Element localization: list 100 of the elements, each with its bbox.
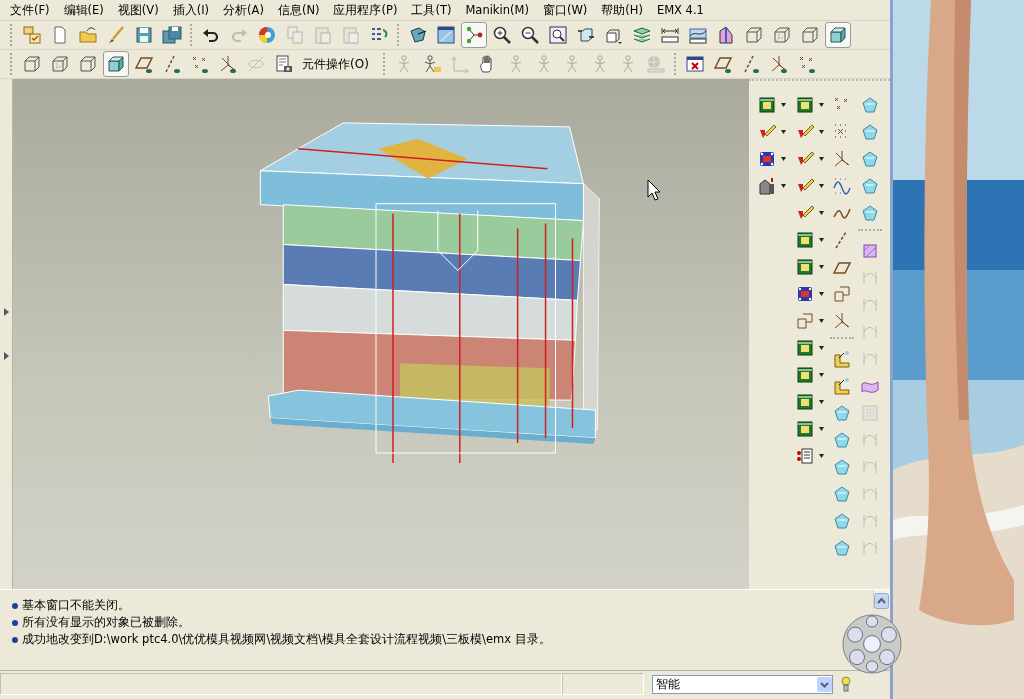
filter-dropdown[interactable]: 智能 [652, 674, 833, 694]
zoom-out-icon [520, 25, 540, 45]
save-icon [134, 25, 154, 45]
mold-icon [795, 229, 815, 250]
caret-icon [819, 345, 824, 350]
cube-icon [576, 25, 596, 45]
caret-icon [819, 399, 824, 404]
bullet-icon [12, 636, 18, 643]
wireframe-cube-icon [78, 54, 98, 74]
node-icon [464, 25, 484, 45]
sketch-icon [436, 25, 456, 45]
layers-icon [632, 25, 652, 45]
mold-icon [795, 418, 815, 439]
chevron-icon [817, 676, 832, 692]
menu-item[interactable]: 分析(A) [216, 2, 271, 18]
bracket-icon [832, 375, 852, 396]
coordinate-system-icon [832, 310, 852, 331]
wireframe-cube-icon [22, 54, 42, 74]
caret-icon [819, 129, 824, 134]
windows-icon [22, 25, 42, 45]
coordinate-system-icon [832, 148, 852, 169]
brush-icon [106, 25, 126, 45]
mold-icon [757, 94, 777, 115]
splitter-arrow-icon [3, 308, 9, 316]
eye-icon [246, 54, 266, 74]
curve-icon [688, 25, 708, 45]
menu-item[interactable]: Manikin(M) [458, 3, 536, 17]
toolbar-button[interactable] [825, 22, 851, 48]
close-window-icon [684, 54, 705, 74]
caret-icon [819, 453, 824, 458]
caret-icon [819, 264, 824, 269]
bullet-icon [12, 619, 18, 626]
wireframe-cube-icon [772, 25, 792, 45]
view-icon [408, 25, 428, 45]
plane-icon [712, 54, 733, 74]
mold-icon [795, 256, 815, 277]
wireframe-cube-icon [800, 25, 820, 45]
scrollbar[interactable] [873, 590, 890, 609]
toolbar-label: 元件操作(O) [301, 55, 370, 73]
save-as-icon [162, 25, 182, 45]
datum-point-icon [190, 54, 210, 74]
mold-icon [795, 94, 815, 115]
section-icon [716, 25, 736, 45]
ruler-icon [660, 25, 680, 45]
caret-icon [819, 372, 824, 377]
menu-item[interactable]: 信息(N) [270, 2, 327, 18]
folder-icon [78, 25, 98, 45]
scroll-up-icon [874, 593, 889, 609]
document-icon [274, 54, 294, 74]
zoom-fit-icon [548, 25, 568, 45]
color-wheel-icon [257, 25, 277, 45]
caret-icon [781, 156, 786, 161]
caret-icon [781, 102, 786, 107]
ball-icon [842, 612, 902, 676]
mold-icon [795, 364, 815, 385]
wireframe-cube-icon [50, 54, 70, 74]
wireframe-cube-icon [744, 25, 764, 45]
bracket-icon [832, 348, 852, 369]
zoom-in-icon [492, 25, 512, 45]
coordinate-system-icon [218, 54, 238, 74]
caret-icon [819, 291, 824, 296]
menu-item[interactable]: 帮助(H) [594, 2, 650, 18]
caret-icon [819, 318, 824, 323]
menu-item[interactable]: 应用程序(P) [326, 2, 405, 18]
caret-icon [819, 102, 824, 107]
menu-item[interactable]: 文件(F) [3, 2, 57, 18]
toolbar-button[interactable] [103, 51, 129, 77]
caret-icon [819, 183, 824, 188]
menu-item[interactable]: 插入(I) [165, 2, 217, 18]
axis-icon [162, 54, 182, 74]
caret-icon [781, 183, 786, 188]
message-text: 成功地改变到D:\work ptc4.0\优优模具视频网\视频文档\模具全套设计流程视频\三板模\emx 目录。 [22, 632, 551, 647]
menu-item[interactable]: 窗口(W) [535, 2, 595, 18]
message-text: 基本窗口不能关闭。 [22, 598, 130, 613]
shaded-cube-icon [828, 25, 848, 45]
splitter-arrow-icon [3, 352, 9, 360]
boxes-icon [795, 310, 815, 331]
caret-icon [819, 156, 824, 161]
bullet-icon [12, 602, 18, 609]
mold-icon [795, 337, 815, 358]
caret-icon [819, 210, 824, 215]
globe-icon [645, 54, 666, 74]
bulb-icon [841, 675, 851, 693]
caret-icon [781, 129, 786, 134]
mold-icon [795, 391, 815, 412]
menu-item[interactable]: 编辑(E) [56, 2, 111, 18]
boxes-icon [832, 283, 852, 304]
building-icon [757, 175, 777, 196]
caret-icon [819, 426, 824, 431]
paste-icon [341, 25, 361, 45]
menu-item[interactable]: 工具(T) [404, 2, 459, 18]
curve-icon [832, 175, 852, 196]
menu-item[interactable]: 视图(V) [110, 2, 166, 18]
toolbar-button[interactable] [461, 22, 487, 48]
frame-icon [449, 54, 470, 74]
menu-item[interactable]: EMX 4.1 [649, 3, 711, 17]
shaded-cube-icon [106, 54, 126, 74]
paste-icon [313, 25, 333, 45]
caret-icon [819, 237, 824, 242]
message-text: 所有没有显示的对象已被删除。 [22, 615, 190, 630]
